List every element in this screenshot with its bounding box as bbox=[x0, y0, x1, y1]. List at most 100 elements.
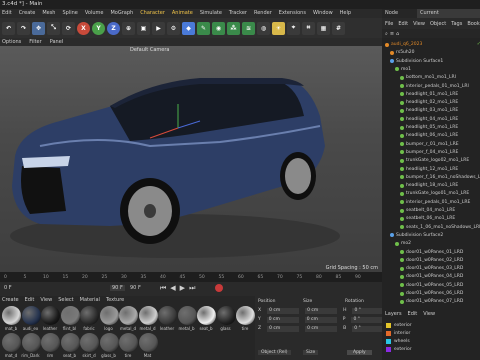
material-swatch[interactable] bbox=[80, 306, 99, 325]
material-swatch[interactable] bbox=[60, 306, 80, 325]
filter-icon[interactable]: ≡ bbox=[390, 31, 394, 37]
undo-icon[interactable]: ↶ bbox=[2, 21, 15, 35]
cube-icon[interactable]: ◆ bbox=[182, 21, 195, 35]
timeline-end[interactable]: 90 F bbox=[130, 285, 141, 291]
subdivision-icon[interactable]: ◉ bbox=[212, 21, 225, 35]
render-settings-icon[interactable]: ⚙ bbox=[167, 21, 180, 35]
layer-row[interactable]: exterior bbox=[382, 322, 480, 329]
layer-row[interactable]: exterior bbox=[382, 346, 480, 353]
deformer-icon[interactable]: ≋ bbox=[242, 21, 255, 35]
scale-tool-icon[interactable]: ⤡ bbox=[47, 21, 60, 35]
viewport-menu-options[interactable]: Options bbox=[2, 38, 21, 46]
material-menu-view[interactable]: View bbox=[40, 296, 52, 304]
om-tab-edit[interactable]: Edit bbox=[398, 21, 408, 27]
om-tab-file[interactable]: File bbox=[385, 21, 393, 27]
size-field[interactable]: 0 cm bbox=[304, 317, 337, 323]
3d-viewport[interactable]: Default Camera Grid Spacing : 50 cm bbox=[0, 46, 382, 272]
material-swatch[interactable] bbox=[197, 306, 216, 325]
material-menu-select[interactable]: Select bbox=[58, 296, 73, 304]
menu-item-help[interactable]: Help bbox=[340, 9, 351, 18]
position-field[interactable]: 0 cm bbox=[267, 326, 300, 332]
material-swatch[interactable] bbox=[2, 306, 21, 325]
move-tool-icon[interactable]: ✥ bbox=[32, 21, 45, 35]
om-tab-bookmarks[interactable]: Bookmarks bbox=[467, 21, 480, 27]
render-view-icon[interactable]: ▣ bbox=[137, 21, 150, 35]
menu-item-animate[interactable]: Animate bbox=[172, 9, 193, 18]
material-swatch[interactable] bbox=[236, 306, 255, 325]
material-swatch[interactable] bbox=[138, 306, 158, 325]
rotation-field[interactable]: 0 ° bbox=[351, 317, 384, 323]
render-icon[interactable]: ▶ bbox=[152, 21, 165, 35]
layer-tab-view[interactable]: View bbox=[423, 310, 435, 319]
material-swatch[interactable] bbox=[21, 306, 41, 325]
search-icon[interactable]: ⌕ bbox=[385, 31, 388, 37]
light-icon[interactable]: ☀ bbox=[272, 21, 285, 35]
redo-icon[interactable]: ↷ bbox=[17, 21, 30, 35]
layer-color-swatch[interactable] bbox=[386, 331, 391, 336]
layer-tab-edit[interactable]: Edit bbox=[408, 310, 418, 319]
menu-item-extensions[interactable]: Extensions bbox=[279, 9, 306, 18]
size-field[interactable]: 0 cm bbox=[305, 326, 338, 332]
workplane-icon[interactable]: ▦ bbox=[317, 21, 330, 35]
om-tab-tags[interactable]: Tags bbox=[451, 21, 462, 27]
material-menu-edit[interactable]: Edit bbox=[25, 296, 35, 304]
apply-button[interactable]: Apply bbox=[347, 350, 372, 355]
snap-icon[interactable]: ⌗ bbox=[302, 21, 315, 35]
material-swatch[interactable] bbox=[99, 333, 119, 352]
viewport-menu-panel[interactable]: Panel bbox=[50, 38, 64, 46]
timeline-start[interactable]: 0 F bbox=[4, 285, 12, 291]
current-frame[interactable]: 90 F bbox=[110, 285, 125, 291]
material-swatch[interactable] bbox=[60, 333, 80, 352]
material-swatch[interactable] bbox=[99, 306, 119, 325]
menu-item-character[interactable]: Character bbox=[140, 9, 165, 18]
material-swatch[interactable] bbox=[119, 306, 138, 325]
size-field[interactable]: 0 cm bbox=[305, 308, 338, 314]
object-row[interactable]: door01_w0Panes_07_LRD✓ bbox=[382, 297, 480, 306]
menu-item-volume[interactable]: Volume bbox=[85, 9, 104, 18]
position-field[interactable]: 0 cm bbox=[266, 317, 299, 323]
spline-pen-icon[interactable]: ✎ bbox=[197, 21, 210, 35]
playback-controls-icon[interactable]: ⏮◀▶⏭ bbox=[160, 284, 199, 293]
material-swatch[interactable] bbox=[138, 333, 158, 352]
menu-item-simulate[interactable]: Simulate bbox=[200, 9, 222, 18]
timeline-ruler[interactable]: 0 5 10 15 20 25 30 35 40 45 50 55 60 65 70 75 80 85 90 bbox=[0, 272, 382, 282]
material-menu-texture[interactable]: Texture bbox=[106, 296, 124, 304]
layer-tab-layers[interactable]: Layers bbox=[385, 310, 402, 319]
material-swatch[interactable] bbox=[158, 306, 177, 325]
material-swatch[interactable] bbox=[2, 333, 21, 352]
viewport-menu-filter[interactable]: Filter bbox=[29, 38, 41, 46]
size-mode-dropdown[interactable]: Size bbox=[303, 350, 319, 355]
coordinate-mode-dropdown[interactable]: Object (Rel) bbox=[258, 350, 291, 355]
layer-color-swatch[interactable] bbox=[386, 323, 391, 328]
menu-item-tracker[interactable]: Tracker bbox=[229, 9, 247, 18]
array-icon[interactable]: ⁂ bbox=[227, 21, 240, 35]
layer-color-swatch[interactable] bbox=[386, 339, 391, 344]
om-tab-view[interactable]: View bbox=[413, 21, 425, 27]
node-space-dropdown[interactable]: Current (Standard/Physical) bbox=[417, 9, 480, 25]
record-icon[interactable] bbox=[215, 284, 223, 292]
field-icon[interactable]: ◍ bbox=[257, 21, 270, 35]
material-menu-create[interactable]: Create bbox=[2, 296, 19, 304]
material-swatch[interactable] bbox=[119, 333, 138, 352]
material-swatch[interactable] bbox=[177, 306, 197, 325]
rotation-field[interactable]: 0 ° bbox=[352, 326, 385, 332]
axis-x-button[interactable]: X bbox=[77, 21, 90, 35]
menu-item-spline[interactable]: Spline bbox=[62, 9, 77, 18]
layer-row[interactable]: wheels bbox=[382, 338, 480, 345]
material-swatch[interactable] bbox=[21, 333, 41, 352]
axis-y-button[interactable]: Y bbox=[92, 21, 105, 35]
grid-icon[interactable]: # bbox=[332, 21, 345, 35]
material-swatch[interactable] bbox=[41, 306, 60, 325]
material-swatch[interactable] bbox=[216, 306, 236, 325]
menu-item-edit[interactable]: Edit bbox=[2, 9, 12, 18]
material-menu-material[interactable]: Material bbox=[80, 296, 100, 304]
rotate-tool-icon[interactable]: ⟳ bbox=[62, 21, 75, 35]
position-field[interactable]: 0 cm bbox=[267, 308, 300, 314]
rotation-field[interactable]: 0 ° bbox=[352, 308, 385, 314]
om-tab-object[interactable]: Object bbox=[430, 21, 446, 27]
home-icon[interactable]: ⌂ bbox=[396, 31, 399, 37]
axis-z-button[interactable]: Z bbox=[107, 21, 120, 35]
menu-item-render[interactable]: Render bbox=[254, 9, 272, 18]
camera-icon[interactable]: ⌖ bbox=[287, 21, 300, 35]
coordinate-system-icon[interactable]: ⊕ bbox=[122, 21, 135, 35]
